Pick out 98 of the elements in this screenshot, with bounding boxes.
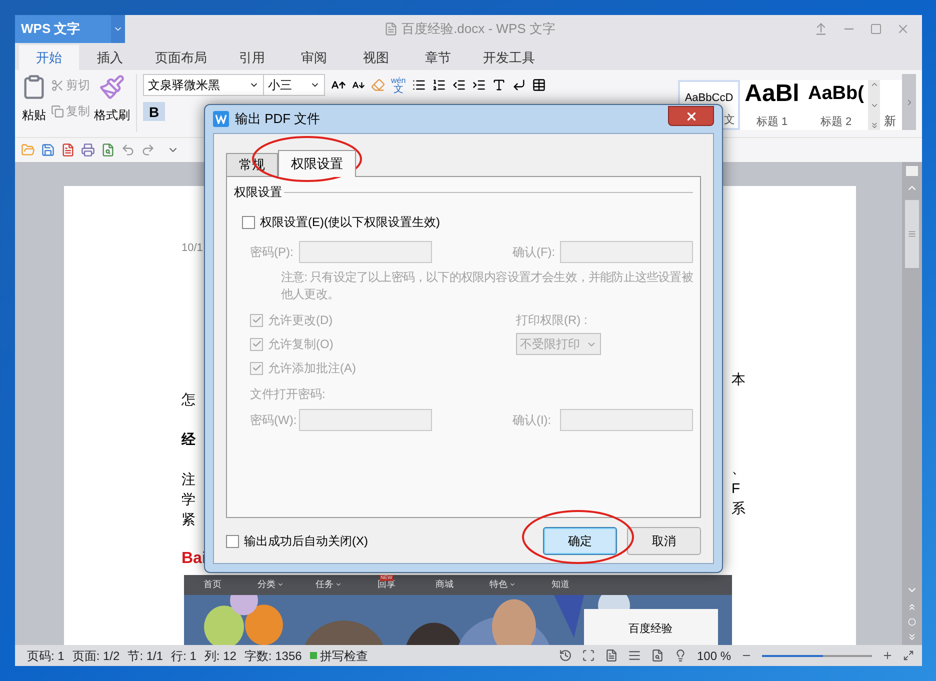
checkbox-label: 输出成功后自动关闭(X) bbox=[244, 533, 368, 550]
outline-view-icon[interactable] bbox=[628, 649, 641, 662]
save-icon[interactable] bbox=[41, 143, 55, 157]
document-text: 怎 bbox=[182, 390, 196, 408]
table-icon[interactable] bbox=[532, 78, 546, 92]
fit-icon[interactable] bbox=[903, 650, 914, 661]
note-text: 注意: 只有设定了以上密码，以下的权限内容设置才会生效，并能防止这些设置被他人更改。 bbox=[281, 269, 693, 303]
increase-indent-icon[interactable] bbox=[472, 78, 486, 92]
field-label: 确认(F): bbox=[512, 244, 556, 261]
format-painter-button[interactable]: 格式刷 bbox=[94, 106, 130, 124]
brush-icon[interactable] bbox=[99, 74, 125, 100]
copy-icon bbox=[51, 104, 64, 118]
ribbon-tab[interactable]: 插入 bbox=[79, 45, 141, 70]
print-icon[interactable] bbox=[81, 143, 95, 157]
style-preset[interactable]: AaBl 标题 1 bbox=[740, 80, 804, 130]
ribbon-tab[interactable]: 页面布局 bbox=[141, 45, 221, 70]
spell-check-button[interactable]: 拼写检查 bbox=[320, 646, 368, 664]
document-text: F bbox=[732, 478, 742, 498]
ribbon-tab[interactable]: 开始 bbox=[19, 45, 79, 70]
scroll-up-icon[interactable] bbox=[870, 80, 878, 89]
document-text: 学 bbox=[182, 490, 196, 508]
redo-icon[interactable] bbox=[141, 143, 155, 157]
open-icon[interactable] bbox=[21, 143, 35, 157]
more-styles-label[interactable]: 新 bbox=[884, 112, 896, 130]
numbered-list-icon[interactable] bbox=[432, 78, 446, 92]
zoom-in-icon[interactable] bbox=[882, 650, 893, 661]
status-item: 列: 12 bbox=[203, 648, 238, 664]
window-title: 百度经验.docx - WPS 文字 bbox=[402, 20, 556, 38]
close-icon[interactable] bbox=[896, 22, 910, 36]
spell-status-icon bbox=[310, 652, 317, 659]
web-nav-link[interactable]: 商城 bbox=[436, 578, 454, 592]
field-label: 确认(I): bbox=[512, 412, 552, 429]
font-name-dropdown[interactable]: 文泉驿微米黑 bbox=[144, 75, 264, 95]
bold-button[interactable]: B bbox=[143, 102, 165, 121]
paste-button[interactable]: 粘贴 bbox=[22, 106, 46, 124]
document-text: 经 bbox=[182, 430, 196, 448]
bullet-list-icon[interactable] bbox=[412, 78, 426, 92]
status-item: 字数: 1356 bbox=[243, 648, 303, 664]
document-text: 紧 bbox=[182, 510, 196, 528]
group-title: 权限设置 bbox=[234, 184, 282, 201]
document-text: 、 bbox=[732, 458, 746, 478]
web-nav-link[interactable]: 知道 bbox=[552, 578, 570, 592]
history-icon[interactable] bbox=[558, 649, 572, 662]
status-item: 节: 1/1 bbox=[126, 648, 164, 664]
reading-mode-icon[interactable] bbox=[674, 649, 687, 662]
scrollbar-thumb[interactable] bbox=[905, 200, 919, 268]
field-label: 打印权限(R) : bbox=[516, 312, 588, 329]
ribbon-tab[interactable]: 审阅 bbox=[283, 45, 345, 70]
status-item: 页面: 1/2 bbox=[71, 648, 121, 664]
line-break-icon[interactable] bbox=[512, 78, 526, 92]
field-label: 密码(P): bbox=[250, 244, 294, 261]
checkbox-label: 权限设置(E)(使以下权限设置生效) bbox=[260, 214, 440, 231]
app-logo-icon bbox=[213, 111, 229, 127]
zoom-level[interactable]: 100 % bbox=[696, 646, 731, 664]
next-page-icon[interactable] bbox=[907, 632, 917, 642]
phonetic-guide-button[interactable]: wén 文 bbox=[391, 76, 406, 94]
decrease-indent-icon[interactable] bbox=[452, 78, 466, 92]
style-preset[interactable]: AaBb( 标题 2 bbox=[804, 80, 868, 130]
expand-gallery-icon[interactable] bbox=[870, 121, 878, 130]
checkbox-label: 允许更改(D) bbox=[268, 312, 333, 329]
pdf-icon[interactable] bbox=[61, 143, 75, 157]
undo-icon[interactable] bbox=[121, 143, 135, 157]
font-size-dropdown[interactable]: 小三 bbox=[264, 75, 324, 95]
dialog-title: 输出 PDF 文件 bbox=[235, 110, 320, 128]
status-item: 页码: 1 bbox=[26, 648, 66, 664]
document-text: 注 bbox=[182, 470, 196, 488]
document-icon bbox=[384, 22, 398, 36]
page-view-icon[interactable] bbox=[604, 649, 618, 662]
close-button[interactable] bbox=[668, 106, 714, 126]
upload-icon[interactable] bbox=[814, 22, 828, 36]
status-item: 行: 1 bbox=[170, 648, 198, 664]
web-nav-link[interactable]: 特色 bbox=[490, 578, 508, 592]
web-nav-link[interactable]: 分类 bbox=[258, 578, 276, 592]
full-screen-icon[interactable] bbox=[582, 649, 595, 662]
document-text: 系 bbox=[732, 498, 746, 518]
field-label: 密码(W): bbox=[250, 412, 298, 429]
ribbon-tab[interactable]: 视图 bbox=[345, 45, 407, 70]
web-nav-link[interactable]: 首页 bbox=[204, 578, 222, 592]
scissors-icon bbox=[51, 78, 64, 92]
select-browse-icon[interactable] bbox=[908, 618, 916, 626]
ribbon-tab[interactable]: 引用 bbox=[221, 45, 283, 70]
document-text: 本 bbox=[732, 370, 746, 388]
web-card: 百度经验 bbox=[584, 608, 718, 645]
previous-page-icon[interactable] bbox=[907, 602, 917, 612]
web-view-icon[interactable] bbox=[650, 649, 664, 662]
web-nav-link[interactable]: 任务 bbox=[316, 578, 334, 592]
close-icon bbox=[684, 110, 698, 122]
header-date: 10/1 bbox=[182, 241, 203, 256]
text-effect-icon[interactable] bbox=[492, 78, 506, 92]
ribbon-tab[interactable]: 章节 bbox=[407, 45, 469, 70]
panel-toggle-icon[interactable] bbox=[906, 166, 918, 176]
maximize-icon[interactable] bbox=[870, 23, 882, 35]
checkbox-label: 允许添加批注(A) bbox=[268, 360, 356, 377]
clear-format-icon[interactable] bbox=[371, 78, 385, 92]
print-preview-icon[interactable] bbox=[101, 143, 115, 157]
ribbon-tab[interactable]: 开发工具 bbox=[469, 45, 549, 70]
checkbox-label: 允许复制(O) bbox=[268, 336, 334, 353]
section-label: 文件打开密码: bbox=[250, 386, 326, 403]
